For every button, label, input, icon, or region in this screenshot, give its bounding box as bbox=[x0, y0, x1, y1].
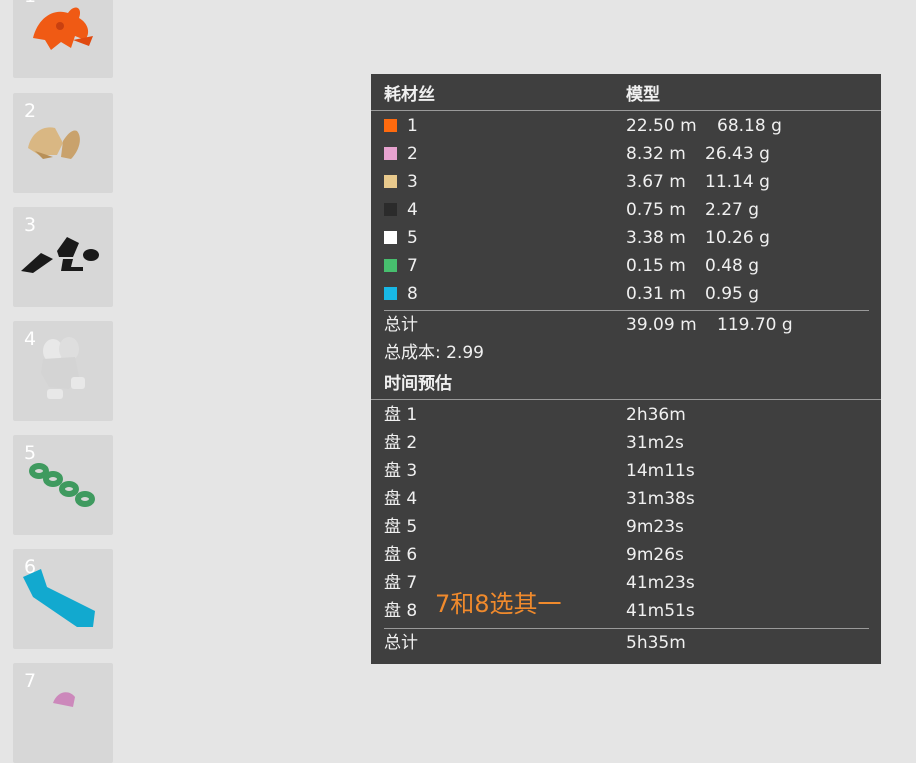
filament-length: 0.31 m bbox=[626, 284, 686, 304]
time-estimate-header: 时间预估 bbox=[384, 374, 452, 394]
plate-time-value: 31m2s bbox=[626, 433, 684, 453]
filament-id: 2 bbox=[407, 144, 418, 164]
filament-row: 8 0.31 m 0.95 g bbox=[371, 282, 881, 306]
filament-length: 8.32 m bbox=[626, 144, 686, 164]
filament-id: 3 bbox=[407, 172, 418, 192]
slice-statistics-panel: 耗材丝 模型 1 22.50 m 68.18 g 2 8.32 m 26.43 … bbox=[371, 74, 881, 664]
filament-weight: 10.26 g bbox=[705, 228, 770, 248]
divider bbox=[371, 110, 881, 111]
filament-length: 0.15 m bbox=[626, 256, 686, 276]
color-swatch bbox=[384, 259, 397, 272]
plate-time-row: 盘 6 9m26s bbox=[371, 543, 881, 567]
time-total-row: 总计 5h35m bbox=[371, 631, 881, 655]
cost-row: 总成本: 2.99 bbox=[371, 341, 881, 365]
filament-length: 3.67 m bbox=[626, 172, 686, 192]
total-label: 总计 bbox=[384, 315, 418, 335]
filament-weight: 11.14 g bbox=[705, 172, 770, 192]
filament-id: 1 bbox=[407, 116, 418, 136]
divider bbox=[371, 399, 881, 400]
plate-thumbnail-7[interactable]: 7 bbox=[13, 663, 113, 763]
plate-thumbnail-6[interactable]: 6 bbox=[13, 549, 113, 649]
filament-weight: 26.43 g bbox=[705, 144, 770, 164]
filament-length: 3.38 m bbox=[626, 228, 686, 248]
plate-time-value: 9m23s bbox=[626, 517, 684, 537]
plate-thumbnail-5[interactable]: 5 bbox=[13, 435, 113, 535]
plate-time-row: 盘 5 9m23s bbox=[371, 515, 881, 539]
plate-time-value: 9m26s bbox=[626, 545, 684, 565]
plate-time-row: 盘 2 31m2s bbox=[371, 431, 881, 455]
filament-total-row: 总计 39.09 m 119.70 g bbox=[371, 313, 881, 337]
plate-thumbnail-3[interactable]: 3 bbox=[13, 207, 113, 307]
plate-time-label: 盘 5 bbox=[384, 517, 418, 537]
plate-thumbnail-4[interactable]: 4 bbox=[13, 321, 113, 421]
total-length: 39.09 m bbox=[626, 315, 697, 335]
plate-time-label: 盘 2 bbox=[384, 433, 418, 453]
color-swatch bbox=[384, 119, 397, 132]
filament-length: 0.75 m bbox=[626, 200, 686, 220]
plate-list: 1 2 3 4 5 bbox=[0, 0, 130, 763]
filament-id: 4 bbox=[407, 200, 418, 220]
filament-weight: 2.27 g bbox=[705, 200, 760, 220]
cyan-blade-model-icon bbox=[23, 569, 95, 627]
green-chain-model-icon bbox=[29, 463, 95, 507]
plate-time-value: 41m23s bbox=[626, 573, 695, 593]
filament-length: 22.50 m bbox=[626, 116, 697, 136]
plate-time-label: 盘 4 bbox=[384, 489, 418, 509]
plate-time-label: 盘 6 bbox=[384, 545, 418, 565]
total-weight: 119.70 g bbox=[717, 315, 793, 335]
black-parts-model-icon bbox=[21, 237, 99, 273]
plate-time-row: 盘 1 2h36m bbox=[371, 403, 881, 427]
filament-row: 1 22.50 m 68.18 g bbox=[371, 114, 881, 138]
plate-time-label: 盘 7 bbox=[384, 573, 418, 593]
filament-id: 7 bbox=[407, 256, 418, 276]
tan-fox-model-icon bbox=[28, 127, 80, 159]
color-swatch bbox=[384, 287, 397, 300]
plate-thumbnail-1[interactable]: 1 bbox=[13, 0, 113, 78]
time-header-row: 时间预估 bbox=[371, 372, 881, 396]
divider bbox=[384, 628, 869, 629]
filament-column-header: 耗材丝 bbox=[384, 85, 435, 105]
color-swatch bbox=[384, 147, 397, 160]
plate-time-value: 14m11s bbox=[626, 461, 695, 481]
time-total-value: 5h35m bbox=[626, 633, 686, 653]
filament-row: 3 3.67 m 11.14 g bbox=[371, 170, 881, 194]
filament-header-row: 耗材丝 模型 bbox=[371, 83, 881, 107]
divider bbox=[384, 310, 869, 311]
pink-model-icon bbox=[53, 692, 75, 707]
plate-time-value: 2h36m bbox=[626, 405, 686, 425]
handwritten-annotation: 7和8选其一 bbox=[435, 590, 562, 618]
filament-row: 7 0.15 m 0.48 g bbox=[371, 254, 881, 278]
model-column-header: 模型 bbox=[626, 85, 660, 105]
orange-lizard-model-icon bbox=[33, 7, 93, 51]
filament-weight: 0.95 g bbox=[705, 284, 760, 304]
plate-time-row: 盘 4 31m38s bbox=[371, 487, 881, 511]
white-figure-model-icon bbox=[41, 337, 85, 399]
filament-row: 5 3.38 m 10.26 g bbox=[371, 226, 881, 250]
plate-time-value: 31m38s bbox=[626, 489, 695, 509]
total-cost: 总成本: 2.99 bbox=[384, 343, 484, 363]
filament-weight: 0.48 g bbox=[705, 256, 760, 276]
filament-weight: 68.18 g bbox=[717, 116, 782, 136]
color-swatch bbox=[384, 231, 397, 244]
plate-time-label: 盘 3 bbox=[384, 461, 418, 481]
time-total-label: 总计 bbox=[384, 633, 418, 653]
filament-row: 2 8.32 m 26.43 g bbox=[371, 142, 881, 166]
plate-time-label: 盘 1 bbox=[384, 405, 418, 425]
plate-time-row: 盘 3 14m11s bbox=[371, 459, 881, 483]
filament-row: 4 0.75 m 2.27 g bbox=[371, 198, 881, 222]
plate-time-label: 盘 8 bbox=[384, 601, 418, 621]
color-swatch bbox=[384, 175, 397, 188]
plate-time-value: 41m51s bbox=[626, 601, 695, 621]
filament-id: 8 bbox=[407, 284, 418, 304]
filament-id: 5 bbox=[407, 228, 418, 248]
plate-thumbnail-2[interactable]: 2 bbox=[13, 93, 113, 193]
color-swatch bbox=[384, 203, 397, 216]
